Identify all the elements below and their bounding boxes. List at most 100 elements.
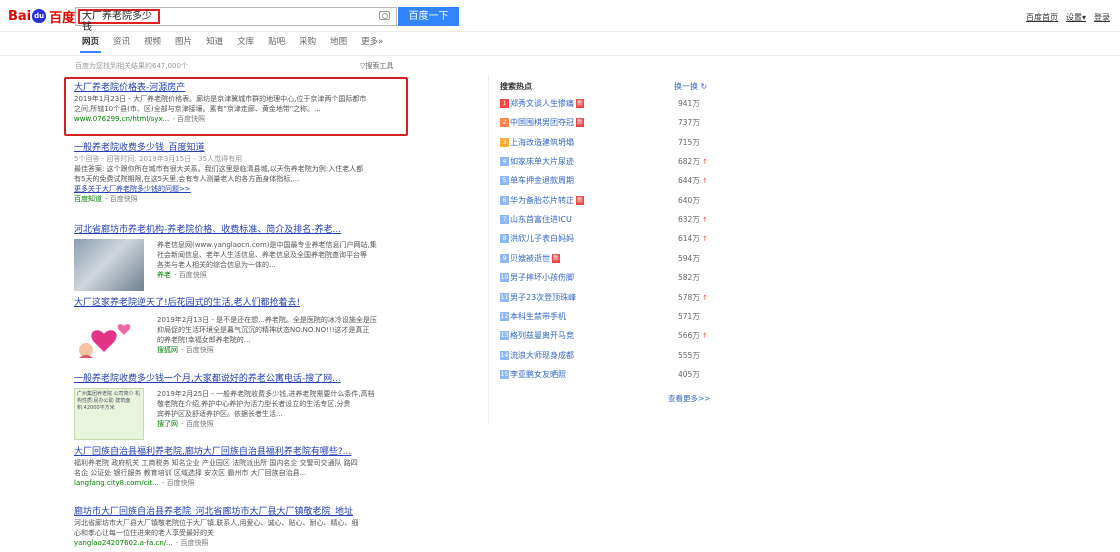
search-input[interactable]: 大厂养老院多少钱 [78, 9, 160, 33]
settings-link[interactable]: 设置▾ [1066, 12, 1086, 23]
hot-value: 566万 [678, 331, 700, 341]
hot-item[interactable]: 13 格列兹曼离开马竞 566万 ↑ [500, 329, 710, 343]
result-url[interactable]: 养老 [157, 271, 171, 279]
hot-item[interactable]: 9 贝嫂被逝世新 594万 [500, 252, 710, 266]
hot-name-text: 本科生禁带手机 [510, 311, 566, 321]
hot-name[interactable]: 男子摔坏小孩伤脚 [510, 271, 574, 285]
hot-item[interactable]: 11 男子23次登顶珠峰 578万 ↑ [500, 291, 710, 305]
hot-item[interactable]: 8 洪欣儿子表白妈妈 614万 ↑ [500, 232, 710, 246]
snapshot-link[interactable]: - 百度快照 [105, 195, 138, 203]
hot-name[interactable]: 华为备胎芯片转正新 [510, 194, 585, 208]
hot-value: 614万 [678, 234, 700, 244]
tab-more[interactable]: 更多» [361, 37, 383, 53]
hot-name[interactable]: 流浪大师现身成都 [510, 349, 574, 363]
result-snippet: 2019年2月13日 - 是不是还在想...养老院。全是医院的冰冷设施全是压 [157, 316, 377, 324]
result-url[interactable]: 搜了网 [157, 420, 178, 428]
snapshot-link[interactable]: - 百度快照 [162, 479, 195, 487]
result-snippet: 抑局促的生活环境全是暮气沉沉的精神状态NO.NO.NO!!!这才是真正 [157, 326, 370, 334]
more-questions-link[interactable]: 更多关于大厂养老院多少钱的问题>> [74, 184, 410, 194]
hot-name[interactable]: 上海改造建筑坍塌 [510, 136, 574, 150]
hot-rank: 2 [500, 118, 509, 128]
hot-rank: 13 [500, 331, 509, 341]
hot-name[interactable]: 男子23次登顶珠峰 [510, 291, 576, 305]
baidu-results-page: Bai 百度 大厂养老院多少钱 百度一下 百度首页 设置▾ 登录 网页 资讯 视… [0, 0, 1120, 552]
hot-item[interactable]: 3 上海改造建筑坍塌 715万 [500, 136, 710, 150]
hot-item[interactable]: 6 华为备胎芯片转正新 640万 [500, 194, 710, 208]
result-thumbnail[interactable]: 广州集团养老院 公司简介 机构性质:民办公助 建筑面积:42000平方米 [74, 388, 144, 440]
rising-icon: ↑ [702, 158, 708, 167]
camera-icon[interactable] [379, 11, 390, 20]
hot-rank: 5 [500, 176, 509, 186]
refresh-button[interactable]: 换一换 ↻ [674, 81, 707, 92]
result-url[interactable]: langfang.city8.com/cit... [74, 479, 159, 487]
result-title[interactable]: 廊坊市大厂回族自治县养老院_河北省廊坊市大厂县大厂镇敬老院_地址 [74, 506, 410, 518]
result-title[interactable]: 大厂养老院价格表-河源房产 [74, 82, 410, 94]
result-title[interactable]: 一般养老院收费多少钱_百度知道 [74, 142, 410, 154]
tab-wenku[interactable]: 文库 [237, 37, 254, 53]
hot-name[interactable]: 郑秀文谈人生惨痛新 [510, 97, 585, 111]
hot-value: 737万 [678, 118, 700, 128]
tab-web[interactable]: 网页 [79, 37, 102, 53]
hot-name[interactable]: 洪欣儿子表白妈妈 [510, 232, 574, 246]
hot-value: 571万 [678, 311, 700, 321]
snapshot-link[interactable]: - 百度快照 [174, 271, 207, 279]
tab-video[interactable]: 视频 [144, 37, 161, 53]
hot-item[interactable]: 1 郑秀文谈人生惨痛新 941万 [500, 97, 710, 111]
search-button[interactable]: 百度一下 [398, 7, 459, 26]
baidu-logo[interactable]: Bai 百度 [8, 6, 75, 26]
result-url[interactable]: www.076299.cn/html/syx... [74, 115, 169, 123]
hot-rank: 14 [500, 350, 509, 360]
tab-news[interactable]: 资讯 [113, 37, 130, 53]
tab-tieba[interactable]: 贴吧 [268, 37, 285, 53]
login-link[interactable]: 登录 [1094, 12, 1110, 23]
hot-name[interactable]: 李亚鹏女友晒照 [510, 368, 566, 382]
result-title[interactable]: 大厂回族自治县福利养老院,廊坊大厂回族自治县福利养老院有哪些?... [74, 446, 410, 458]
hot-name[interactable]: 山东首富住进ICU [510, 213, 572, 227]
tab-map[interactable]: 地图 [330, 37, 347, 53]
result-title[interactable]: 一般养老院收费多少钱一个月,大家都说好的养老公寓电话-搜了网... [74, 373, 410, 385]
hot-name[interactable]: 本科生禁带手机 [510, 310, 566, 324]
refresh-icon: ↻ [700, 82, 708, 91]
hot-value: 640万 [678, 195, 700, 205]
tab-zhidao[interactable]: 知道 [206, 37, 223, 53]
search-tools[interactable]: ▽搜索工具 [360, 61, 393, 71]
snapshot-link[interactable]: - 百度快照 [181, 420, 214, 428]
result-title[interactable]: 河北省廊坊市养老机构-养老院价格、收费标准、简介及排名-养老... [74, 224, 410, 236]
result-thumbnail[interactable] [74, 239, 144, 291]
tab-images[interactable]: 图片 [175, 37, 192, 53]
hot-name[interactable]: 单车押金退款周期 [510, 174, 574, 188]
hot-name[interactable]: 如家床单大片尿迹 [510, 155, 574, 169]
hot-value: 594万 [678, 253, 700, 263]
snapshot-link[interactable]: - 百度快照 [176, 539, 209, 547]
result-title[interactable]: 大厂这家养老院逆天了!后花园式的生活,老人们都抢着去! [74, 297, 410, 309]
snapshot-link[interactable]: - 百度快照 [172, 115, 205, 123]
hot-item[interactable]: 4 如家床单大片尿迹 682万 ↑ [500, 155, 710, 169]
result-url[interactable]: yanglao24207602.a-fa.cn/... [74, 539, 173, 547]
hot-name[interactable]: 格列兹曼离开马竞 [510, 329, 574, 343]
new-badge: 新 [552, 253, 561, 263]
tab-purchase[interactable]: 采购 [299, 37, 316, 53]
hot-item[interactable]: 14 流浪大师现身成都 555万 [500, 349, 710, 363]
search-box[interactable]: 大厂养老院多少钱 [75, 7, 397, 33]
result-2: 一般养老院收费多少钱_百度知道 5个回答 - 回答时间: 2019年3月15日 … [74, 142, 410, 204]
hot-name-text: 如家床单大片尿迹 [510, 157, 574, 167]
hot-name-text: 上海改造建筑坍塌 [510, 137, 574, 147]
result-thumbnail[interactable] [74, 312, 144, 364]
home-link[interactable]: 百度首页 [1026, 12, 1058, 23]
hot-item[interactable]: 12 本科生禁带手机 571万 [500, 310, 710, 324]
hot-name[interactable]: 贝嫂被逝世新 [510, 252, 561, 266]
hot-item[interactable]: 15 李亚鹏女友晒照 405万 [500, 368, 710, 382]
hot-item[interactable]: 10 男子摔坏小孩伤脚 582万 [500, 271, 710, 285]
result-snippet: 福利养老院 政府机关 工商税务 知名企业 产业园区 法院派出所 国内名企 交警司… [74, 459, 358, 467]
result-url[interactable]: 搜狐网 [157, 346, 178, 354]
result-url[interactable]: 百度知道 [74, 195, 102, 203]
hot-item[interactable]: 7 山东首富住进ICU 632万 ↑ [500, 213, 710, 227]
hot-rank: 10 [500, 273, 509, 283]
hot-item[interactable]: 2 中国围棋男团夺冠新 737万 [500, 116, 710, 130]
hot-name[interactable]: 中国围棋男团夺冠新 [510, 116, 585, 130]
hot-item[interactable]: 5 单车押金退款周期 644万 ↑ [500, 174, 710, 188]
hot-rank: 12 [500, 311, 509, 321]
hot-rank: 9 [500, 253, 509, 263]
snapshot-link[interactable]: - 百度快照 [181, 346, 214, 354]
more-hot-link[interactable]: 查看更多>> [668, 393, 711, 404]
